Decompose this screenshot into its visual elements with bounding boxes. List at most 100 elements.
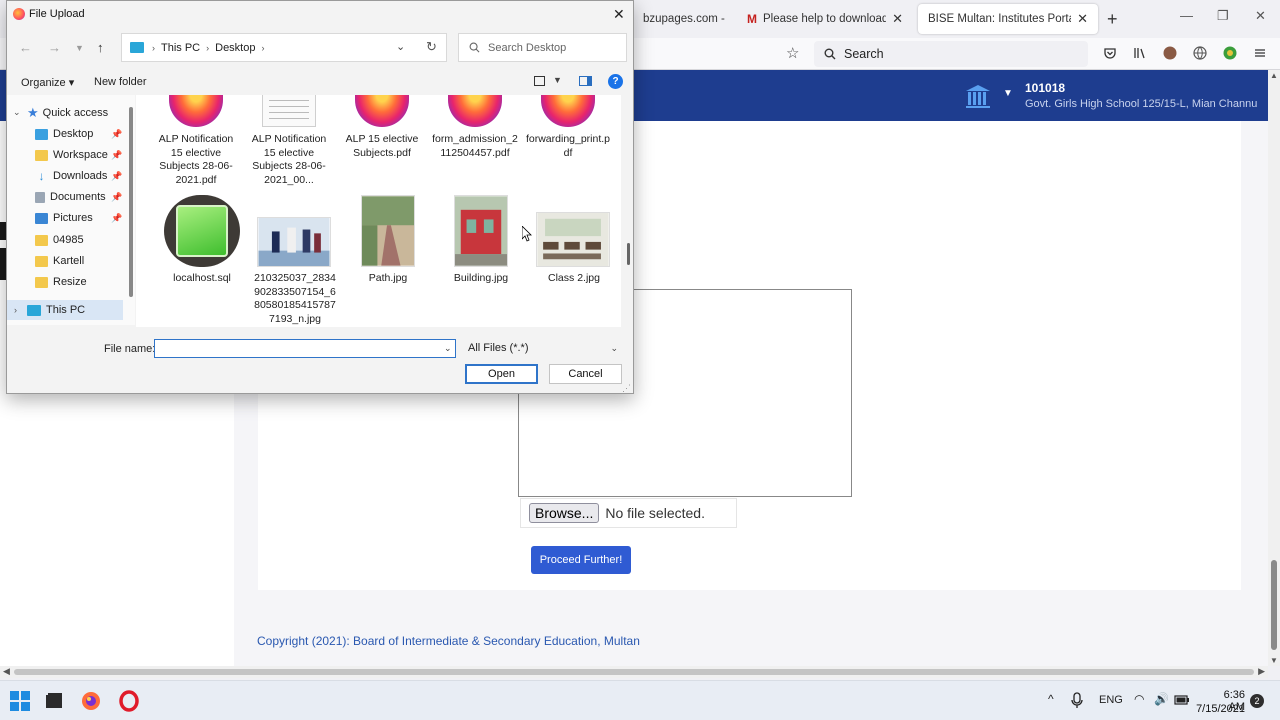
file-type-select[interactable]: All Files (*.*) ⌄ xyxy=(464,339,622,358)
nav-label: This PC xyxy=(46,304,86,316)
view-icon[interactable] xyxy=(534,76,545,86)
minimize-button[interactable]: — xyxy=(1180,8,1193,23)
task-view-icon[interactable] xyxy=(43,690,65,712)
file-item-jpg[interactable]: Class 2.jpg xyxy=(531,195,617,287)
wifi-icon[interactable]: ◠ xyxy=(1134,692,1144,706)
pin-icon[interactable]: 📌 xyxy=(111,213,122,224)
page-vertical-scrollbar[interactable]: ▲ ▼ xyxy=(1268,70,1280,666)
volume-icon[interactable]: 🔊 xyxy=(1154,692,1169,706)
folder-icon xyxy=(35,149,48,161)
breadcrumb-separator-icon[interactable]: › xyxy=(152,43,155,53)
tab-gmail[interactable]: M Please help to download the r ✕ xyxy=(737,4,913,34)
browser-search-input[interactable]: Search xyxy=(814,41,1088,67)
scrollbar-thumb[interactable] xyxy=(1271,560,1277,650)
tab-bzupages[interactable]: bzupages.com - | xyxy=(633,4,737,34)
battery-icon[interactable] xyxy=(1174,694,1190,706)
pin-icon[interactable]: 📌 xyxy=(111,171,122,182)
breadcrumb-separator-icon[interactable]: › xyxy=(261,43,264,53)
tab-bise-portal[interactable]: BISE Multan: Institutes Portal ✕ xyxy=(918,4,1098,34)
file-list-scrollbar[interactable] xyxy=(625,95,633,327)
breadcrumb-desktop[interactable]: Desktop xyxy=(215,42,255,54)
scroll-left-icon[interactable]: ◀ xyxy=(3,666,10,677)
scrollbar-thumb[interactable] xyxy=(14,669,1254,675)
scroll-right-icon[interactable]: ▶ xyxy=(1258,666,1265,677)
chevron-down-icon[interactable]: ▼ xyxy=(1003,88,1013,99)
close-tab-icon[interactable]: ✕ xyxy=(892,11,903,27)
up-arrow-icon[interactable]: ↑ xyxy=(97,40,104,55)
cancel-button[interactable]: Cancel xyxy=(549,364,622,384)
new-tab-button[interactable]: + xyxy=(1107,9,1118,30)
breadcrumb-separator-icon[interactable]: › xyxy=(206,43,209,53)
pin-icon[interactable]: 📌 xyxy=(111,192,122,203)
globe-extension-icon[interactable] xyxy=(1193,46,1207,60)
file-type-value: All Files (*.*) xyxy=(468,342,529,354)
scrollbar-thumb[interactable] xyxy=(627,243,630,265)
scroll-down-icon[interactable]: ▼ xyxy=(1270,656,1278,665)
dialog-toolbar: Organize ▾ New folder ▼ ? xyxy=(7,71,633,95)
bookmark-star-icon[interactable]: ☆ xyxy=(786,44,799,62)
file-item-jpg[interactable]: Path.jpg xyxy=(345,195,431,287)
browse-button[interactable]: Browse... xyxy=(529,503,600,523)
file-input[interactable]: Browse... No file selected. xyxy=(520,498,737,528)
nav-scrollbar-thumb[interactable] xyxy=(129,107,133,297)
page-horizontal-scrollbar[interactable]: ◀ ▶ xyxy=(0,666,1268,678)
show-hidden-icons-chevron-icon[interactable]: ^ xyxy=(1048,692,1054,706)
nav-label: Quick access xyxy=(42,107,109,119)
language-indicator[interactable]: ENG xyxy=(1099,694,1123,706)
collapse-chevron-icon[interactable]: ⌄ xyxy=(13,107,21,118)
file-item-jpg[interactable]: Building.jpg xyxy=(438,195,524,287)
folder-icon xyxy=(35,255,48,267)
pin-icon[interactable]: 📌 xyxy=(111,150,122,161)
profile-avatar-icon[interactable] xyxy=(1163,46,1177,60)
file-item-pdf[interactable]: form_admission_2112504457.pdf xyxy=(432,95,518,161)
organize-button[interactable]: Organize ▾ xyxy=(21,76,74,89)
pocket-icon[interactable] xyxy=(1103,46,1117,60)
restore-button[interactable]: ❐ xyxy=(1217,8,1229,24)
file-item-doc[interactable]: ALP Notification 15 elective Subjects 28… xyxy=(246,95,332,187)
help-icon[interactable]: ? xyxy=(608,74,623,89)
extension-icon[interactable] xyxy=(1223,46,1237,60)
file-name-input[interactable] xyxy=(154,339,456,358)
file-item-pdf[interactable]: ALP Notification 15 elective Subjects 28… xyxy=(153,95,239,187)
address-dropdown-icon[interactable]: ⌄ xyxy=(396,40,405,53)
proceed-button[interactable]: Proceed Further! xyxy=(531,546,631,574)
close-tab-icon[interactable]: ✕ xyxy=(1077,11,1088,27)
nav-quick-access[interactable]: ★ Quick access xyxy=(27,103,127,123)
file-item-pdf[interactable]: forwarding_print.pdf xyxy=(525,95,611,161)
file-item-pdf[interactable]: ALP 15 elective Subjects.pdf xyxy=(339,95,425,161)
new-folder-button[interactable]: New folder xyxy=(94,76,147,88)
forward-arrow-icon[interactable]: → xyxy=(48,40,61,55)
recent-locations-icon[interactable]: ▼ xyxy=(75,43,84,53)
opera-taskbar-icon[interactable] xyxy=(118,690,140,712)
pin-icon[interactable]: 📌 xyxy=(111,129,122,140)
file-name-dropdown-icon[interactable]: ⌄ xyxy=(444,343,452,354)
breadcrumb-this-pc[interactable]: This PC xyxy=(161,42,200,54)
file-status: No file selected. xyxy=(605,505,705,521)
notification-badge[interactable]: 2 xyxy=(1250,694,1264,708)
firefox-taskbar-icon[interactable] xyxy=(80,690,102,712)
institution-icon[interactable] xyxy=(964,82,992,110)
clock-date[interactable]: 7/15/2021 xyxy=(1193,703,1245,715)
close-dialog-button[interactable]: ✕ xyxy=(613,6,625,23)
windows-start-icon[interactable] xyxy=(9,690,31,712)
nav-this-pc[interactable]: › This PC xyxy=(7,300,123,320)
address-bar[interactable]: › This PC › Desktop › ⌄ ↻ xyxy=(121,33,447,62)
microphone-icon[interactable] xyxy=(1070,692,1084,710)
scroll-up-icon[interactable]: ▲ xyxy=(1270,71,1278,80)
view-dropdown-icon[interactable]: ▼ xyxy=(553,75,562,85)
dialog-title-bar[interactable]: File Upload ✕ xyxy=(7,1,633,27)
open-button[interactable]: Open xyxy=(465,364,538,384)
refresh-icon[interactable]: ↻ xyxy=(426,39,437,55)
file-item-jpg[interactable]: 210325037_2834902833507154_6805801854157… xyxy=(252,195,338,327)
chevron-down-icon[interactable]: ⌄ xyxy=(610,343,618,354)
preview-pane-icon[interactable] xyxy=(579,76,592,86)
back-arrow-icon[interactable]: ← xyxy=(19,40,32,55)
folder-icon xyxy=(35,276,48,288)
menu-icon[interactable] xyxy=(1253,46,1267,60)
search-desktop-input[interactable]: Search Desktop xyxy=(458,33,627,62)
expand-chevron-icon[interactable]: › xyxy=(14,305,17,315)
library-icon[interactable] xyxy=(1133,46,1147,60)
file-item-sql[interactable]: localhost.sql xyxy=(159,195,245,287)
resize-grip-icon[interactable]: ⋰ xyxy=(622,383,631,394)
close-window-button[interactable]: ✕ xyxy=(1255,8,1266,24)
